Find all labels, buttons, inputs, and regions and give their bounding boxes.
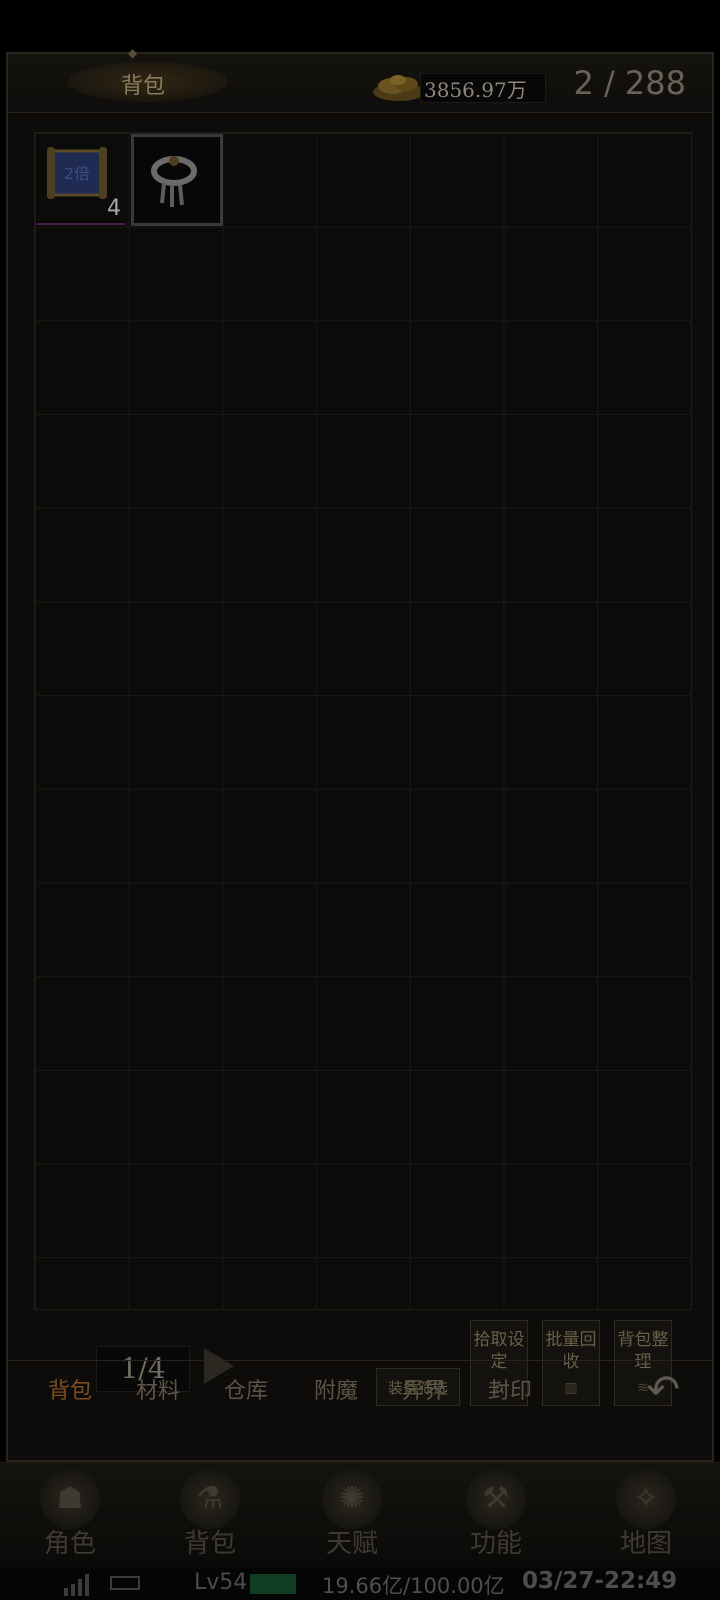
tab-seal[interactable]: 封印 [488,1373,532,1405]
panel-title: 背包 [120,74,165,99]
signal-icon [64,1574,89,1596]
silver-ring-icon [151,156,197,207]
compass-map-icon: ✧ [616,1469,676,1529]
experience-value: 19.66亿/100.00亿 [322,1574,505,1598]
xp-bar [250,1574,296,1594]
nav-label: 天赋 [325,1529,378,1559]
inventory-grid: 2倍 4 [34,132,692,1310]
status-bar: Lv54 19.66亿/100.00亿 03/27-22:49 [0,1568,720,1600]
svg-text:2倍: 2倍 [64,164,90,183]
top-blank-area [0,0,720,52]
title-ornament-icon: ◆ [128,46,138,60]
inventory-slot[interactable]: 2倍 4 [37,137,125,225]
item-count: 4 [107,196,121,221]
tab-enchant[interactable]: 附魔 [314,1373,358,1405]
tab-warehouse[interactable]: 仓库 [224,1373,268,1405]
player-level: Lv54 [194,1570,248,1595]
nav-label: 地图 [619,1529,672,1559]
tab-materials[interactable]: 材料 [136,1373,180,1405]
gold-value: 3856.97万 [424,78,527,102]
potion-bag-icon: ⚗ [180,1469,240,1529]
tab-bag[interactable]: 背包 [48,1373,92,1405]
dragon-emblem-icon: ✺ [322,1469,382,1529]
inventory-slot[interactable] [131,134,223,226]
date-time: 03/27-22:49 [522,1568,678,1594]
battery-icon [110,1576,140,1590]
panel-header: ◆ 背包 3856.97万 2 / 288 [8,46,712,113]
bottom-navigation: ☗ 角色 ⚗ 背包 ✺ 天赋 ⚒ 功能 ✧ 地图 [0,1462,720,1569]
tab-otherworld[interactable]: 异界 [402,1373,446,1405]
hammer-icon: ⚒ [466,1469,526,1529]
inventory-panel: ◆ 背包 3856.97万 2 / 288 2倍 4 1/4 装备筛选 拾取设定… [6,46,714,1462]
category-tabs: 背包 材料 仓库 附魔 异界 封印 ↶ [8,1360,712,1417]
bag-capacity: 2 / 288 [573,64,686,102]
nav-label: 背包 [183,1529,236,1559]
nav-label: 功能 [469,1529,522,1559]
nav-character[interactable]: ☗ 角色 [10,1463,130,1569]
hooded-character-icon: ☗ [40,1469,100,1529]
nav-bag[interactable]: ⚗ 背包 [150,1463,270,1569]
nav-talent[interactable]: ✺ 天赋 [292,1463,412,1569]
nav-function[interactable]: ⚒ 功能 [436,1463,556,1569]
back-arrow-icon[interactable]: ↶ [646,1367,680,1413]
nav-map[interactable]: ✧ 地图 [586,1463,706,1569]
nav-label: 角色 [43,1529,96,1559]
